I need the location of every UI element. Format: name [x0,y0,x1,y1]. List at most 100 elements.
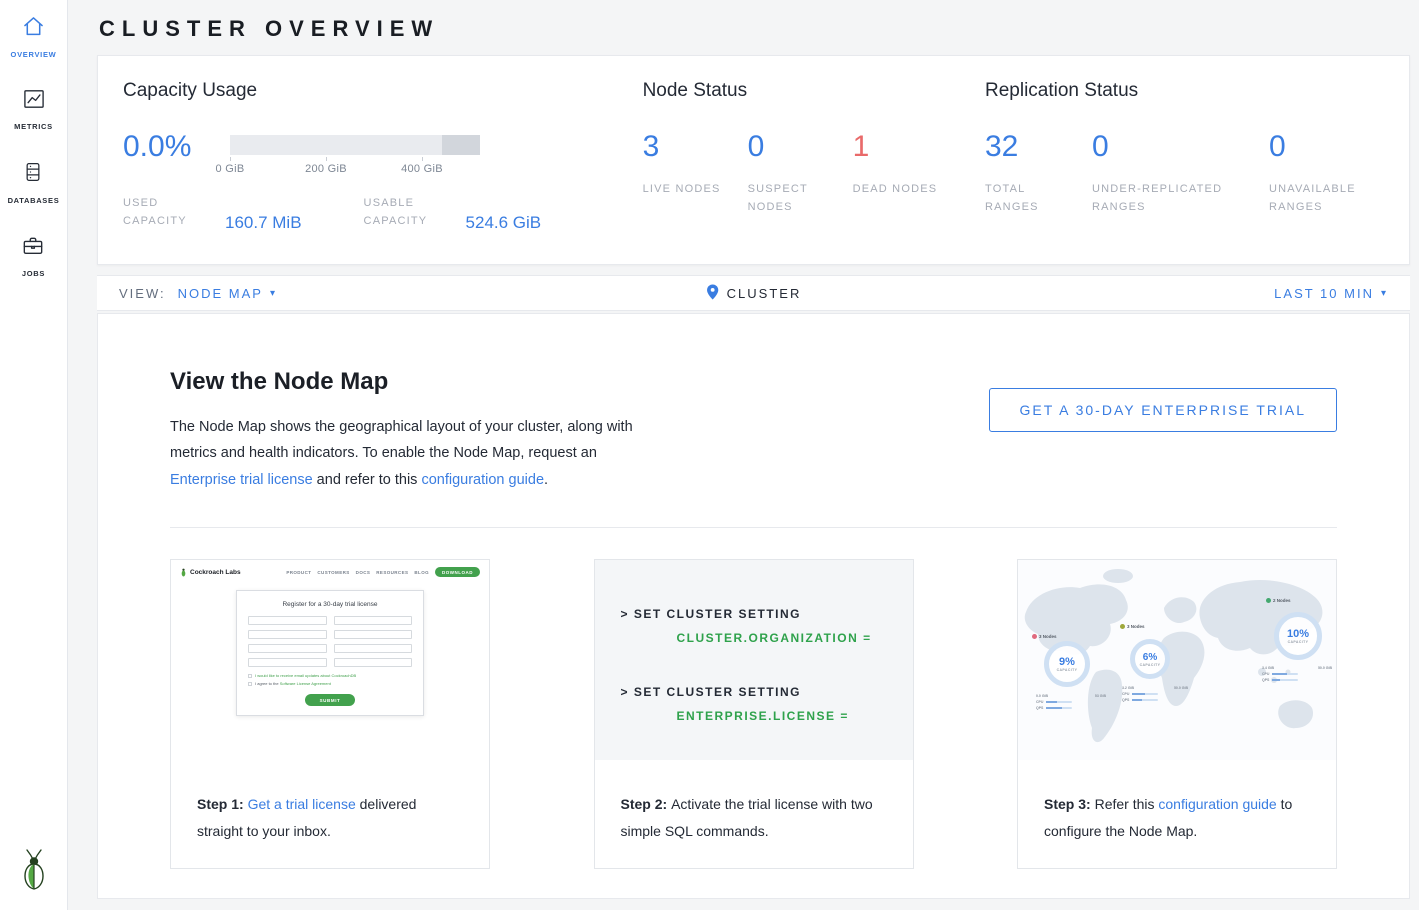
replication-status-section: Replication Status 32 TOTAL RANGES 0 UND… [985,80,1409,264]
configuration-guide-link[interactable]: configuration guide [1158,796,1276,812]
mini-nav-item: PRODUCT [286,570,311,575]
node-map-panel: View the Node Map The Node Map shows the… [97,313,1410,899]
step3-text: Refer this [1095,796,1159,812]
sidebar-item-databases[interactable]: DATABASES [8,161,60,205]
capacity-gauge-label: CAPACITY [1288,640,1309,644]
under-replicated-ranges-value: 0 [1092,130,1269,164]
sql-command-line: > SET CLUSTER SETTING [621,602,913,626]
capacity-gauge-label: CAPACITY [1057,668,1078,672]
node-map-title: View the Node Map [170,368,638,396]
breadcrumb-label: CLUSTER [727,286,802,301]
step2-label: Step 2: [621,796,672,812]
description-text: The Node Map shows the geographical layo… [170,419,633,461]
capacity-gauge-percent: 6% [1143,652,1157,663]
view-selected-value: NODE MAP [178,286,263,301]
mini-checkbox-row: I agree to the Software License Agreemen… [248,681,412,686]
capacity-bar-track [230,135,480,155]
main-content: CLUSTER OVERVIEW Capacity Usage 0.0% 0 G… [68,0,1419,910]
view-selector-dropdown[interactable]: VIEW: NODE MAP ▾ [119,286,277,301]
mini-site-brand-name: Cockroach Labs [190,569,241,576]
section-divider [170,527,1337,528]
dead-nodes-value: 1 [853,130,958,164]
mini-checkbox-label: I would like to receive email updates ab… [255,673,356,678]
suspect-nodes-label: SUSPECT NODES [748,180,834,216]
step3-label: Step 3: [1044,796,1095,812]
location-pin-icon [706,284,719,303]
node-locality-marker: 3 Nodes [1032,634,1057,639]
replication-status-title: Replication Status [985,80,1409,102]
capacity-tick-200: 200 GiB [305,163,347,175]
sql-setting-line: CLUSTER.ORGANIZATION = [621,626,913,650]
mini-form-field [334,616,413,625]
time-range-value: LAST 10 MIN [1274,286,1374,301]
step2-code-block: > SET CLUSTER SETTING CLUSTER.ORGANIZATI… [595,560,913,760]
node-locality-marker: 3 Nodes [1120,624,1145,629]
step1-label: Step 1: [197,796,248,812]
sidebar-item-label: DATABASES [8,196,60,205]
get-trial-license-link[interactable]: Get a trial license [248,796,356,812]
breadcrumb[interactable]: CLUSTER [706,284,802,303]
dead-nodes-label: DEAD NODES [853,180,939,198]
mini-checkbox [248,682,252,686]
live-nodes-label: LIVE NODES [643,180,729,198]
mini-submit-button: SUBMIT [305,694,356,706]
locality-node-count: 3 Nodes [1039,634,1057,639]
mini-form-field [248,630,327,639]
chevron-down-icon: ▾ [270,288,277,299]
mini-form-field [334,658,413,667]
sidebar-item-label: OVERVIEW [11,50,57,59]
configuration-guide-link[interactable]: configuration guide [421,472,544,488]
sidebar-item-jobs[interactable]: JOBS [22,235,45,278]
unavailable-ranges-stat: 0 UNAVAILABLE RANGES [1269,130,1409,216]
step3-card: 3 Nodes 9% CAPACITY 0.0 GiB53 GiB CPU QP… [1017,559,1337,869]
locality-dot-icon [1266,598,1271,603]
metrics-icon [23,89,45,114]
mini-form-field [248,658,327,667]
sidebar-item-label: METRICS [14,122,53,131]
capacity-used-percent: 0.0% [123,130,230,164]
step1-screenshot: Cockroach Labs PRODUCT CUSTOMERS DOCS RE… [171,560,489,760]
under-replicated-ranges-stat: 0 UNDER-REPLICATED RANGES [1092,130,1269,216]
sidebar-item-label: JOBS [22,269,45,278]
enterprise-trial-button[interactable]: GET A 30-DAY ENTERPRISE TRIAL [989,388,1338,432]
capacity-usage-section: Capacity Usage 0.0% 0 GiB 200 GiB 400 Gi… [123,80,643,264]
step3-node-map-preview: 3 Nodes 9% CAPACITY 0.0 GiB53 GiB CPU QP… [1018,560,1336,760]
locality-stats: 3.4 GiB50.0 GiB CPU QPS [1262,666,1332,684]
sql-command-line: > SET CLUSTER SETTING [621,680,913,704]
briefcase-icon [22,235,44,261]
mini-form-field [334,630,413,639]
usable-capacity-label: USABLE CAPACITY [364,194,452,230]
sidebar-item-metrics[interactable]: METRICS [14,89,53,131]
unavailable-ranges-value: 0 [1269,130,1409,164]
mini-checkbox-label: I agree to the Software License Agreemen… [255,681,331,686]
sql-setting-line: ENTERPRISE.LICENSE = [621,704,913,728]
capacity-usage-title: Capacity Usage [123,80,643,102]
locality-dot-icon [1120,624,1125,629]
step2-card: > SET CLUSTER SETTING CLUSTER.ORGANIZATI… [594,559,914,869]
step2-caption: Step 2: Activate the trial license with … [595,760,913,868]
view-label: VIEW: [119,286,166,301]
cluster-summary-card: Capacity Usage 0.0% 0 GiB 200 GiB 400 Gi… [97,55,1410,265]
mini-nav-item: BLOG [414,570,429,575]
locality-stats: 3.2 GiB50.0 GiB CPU QPS [1122,686,1188,704]
total-ranges-label: TOTAL RANGES [985,180,1071,216]
mini-download-pill: DOWNLOAD [435,567,480,577]
mini-trial-form: Register for a 30-day trial license [236,590,424,716]
mini-checkbox-row: I would like to receive email updates ab… [248,673,412,678]
node-map-intro: View the Node Map The Node Map shows the… [170,368,638,493]
description-text: . [544,472,548,488]
node-map-description: The Node Map shows the geographical layo… [170,414,638,493]
time-range-dropdown[interactable]: LAST 10 MIN ▾ [1274,286,1388,301]
mini-nav-item: CUSTOMERS [317,570,349,575]
sidebar-item-overview[interactable]: OVERVIEW [11,16,57,59]
locality-node-count: 3 Nodes [1127,624,1145,629]
used-capacity-pair: USED CAPACITY 160.7 MiB [123,194,302,230]
usable-capacity-value: 524.6 GiB [466,213,542,233]
capacity-bar-nonusable-segment [442,135,480,155]
unavailable-ranges-label: UNAVAILABLE RANGES [1269,180,1379,216]
node-status-section: Node Status 3 LIVE NODES 0 SUSPECT NODES… [643,80,985,264]
home-icon [22,16,45,42]
enterprise-trial-license-link[interactable]: Enterprise trial license [170,472,313,488]
node-locality-marker: 2 Nodes [1266,598,1291,603]
used-capacity-label: USED CAPACITY [123,194,211,230]
